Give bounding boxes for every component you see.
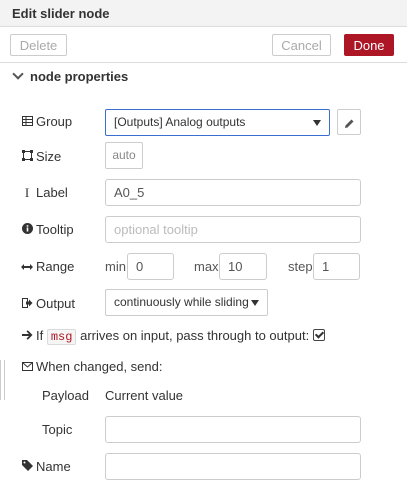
- tooltip-input[interactable]: optional tooltip: [105, 216, 361, 243]
- select-caret-icon: [313, 120, 321, 126]
- delete-button[interactable]: Delete: [10, 34, 67, 56]
- arrows-horizontal-icon: [21, 262, 33, 274]
- pencil-icon: [344, 116, 355, 132]
- label-input[interactable]: A0_5: [105, 179, 361, 206]
- tray-title: Edit slider node: [12, 6, 110, 21]
- output-select[interactable]: continuously while sliding: [105, 289, 268, 316]
- table-icon: [21, 116, 33, 129]
- node-properties-section[interactable]: node properties: [12, 68, 129, 84]
- label-label-row: I Label: [21, 185, 68, 201]
- passthrough-row: If msg arrives on input, pass through to…: [21, 328, 326, 345]
- group-select[interactable]: [Outputs] Analog outputs: [105, 109, 330, 136]
- output-label: Output: [36, 296, 76, 311]
- range-label: Range: [36, 259, 75, 274]
- topic-input[interactable]: [105, 416, 361, 443]
- sign-out-icon: [21, 298, 33, 311]
- passthrough-prefix: If: [36, 328, 44, 343]
- tray-toolbar: Delete Cancel Done: [0, 27, 407, 63]
- section-title: node properties: [30, 69, 129, 84]
- expand-icon: [21, 150, 33, 164]
- passthrough-checkbox[interactable]: [313, 329, 326, 341]
- envelope-icon: [21, 362, 33, 374]
- payload-label: Payload: [42, 388, 89, 403]
- name-input[interactable]: [105, 453, 361, 480]
- range-label-row: Range: [21, 259, 74, 274]
- msg-code: msg: [46, 329, 77, 345]
- select-caret-icon: [251, 300, 259, 306]
- output-label-row: Output: [21, 296, 75, 311]
- topic-label: Topic: [42, 422, 73, 437]
- info-circle-icon: [21, 223, 33, 237]
- size-label: Size: [36, 149, 62, 164]
- tag-icon: [21, 460, 33, 474]
- name-label-row: Name: [21, 459, 71, 474]
- tooltip-label: Tooltip: [36, 222, 74, 237]
- group-select-value: [Outputs] Analog outputs: [114, 115, 246, 129]
- resize-handle[interactable]: [0, 360, 5, 400]
- when-changed-row: When changed, send:: [21, 359, 162, 374]
- when-changed-label: When changed, send:: [36, 359, 163, 374]
- range-step-label: step: [288, 259, 313, 274]
- range-max-input[interactable]: 10: [219, 253, 267, 280]
- range-step-input[interactable]: 1: [313, 253, 360, 280]
- chevron-down-icon: [12, 68, 24, 80]
- range-max-label: max: [194, 259, 219, 274]
- size-label-row: Size: [21, 149, 61, 164]
- arrow-right-icon: [21, 330, 33, 343]
- output-select-value: continuously while sliding: [114, 295, 249, 309]
- range-min-input[interactable]: 0: [127, 253, 174, 280]
- passthrough-text: arrives on input, pass through to output…: [80, 328, 310, 343]
- done-button[interactable]: Done: [344, 34, 394, 56]
- text-cursor-icon: I: [24, 185, 30, 200]
- cancel-button[interactable]: Cancel: [272, 34, 331, 56]
- group-label-row: Group: [21, 114, 72, 129]
- range-min-label: min: [105, 259, 126, 274]
- edit-group-button[interactable]: [337, 109, 361, 135]
- group-label: Group: [36, 114, 73, 129]
- size-button[interactable]: auto: [105, 142, 143, 169]
- label-label: Label: [36, 185, 68, 200]
- tooltip-label-row: Tooltip: [21, 222, 74, 237]
- name-label: Name: [36, 459, 71, 474]
- payload-value: Current value: [105, 388, 184, 403]
